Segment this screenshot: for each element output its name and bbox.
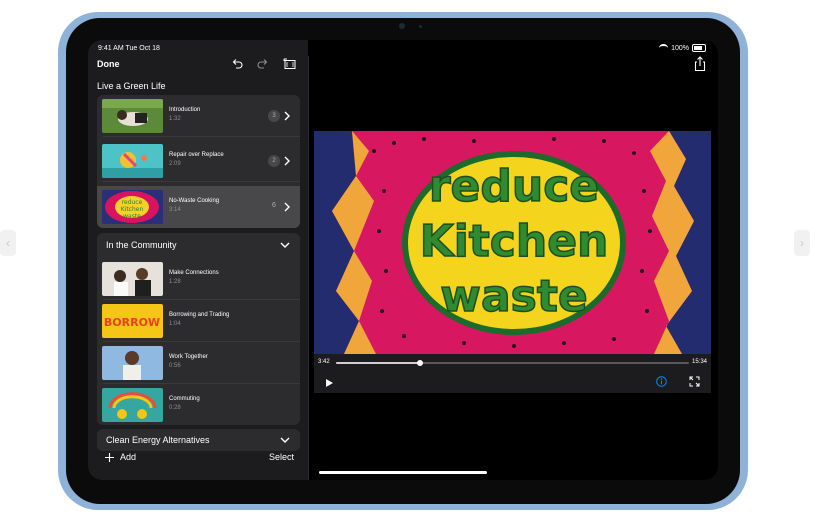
list-item[interactable]: Work Together 0:56 bbox=[97, 342, 300, 384]
clip-thumbnail bbox=[102, 144, 163, 178]
clip-count-badge: 3 bbox=[268, 110, 280, 122]
list-item[interactable]: Repair over Replace 2:09 2 bbox=[97, 140, 300, 182]
video-artwork: reduce Kitchen waste bbox=[314, 131, 711, 354]
clip-duration: 0:28 bbox=[169, 405, 181, 411]
carousel-prev-arrow[interactable]: ‹ bbox=[0, 230, 16, 256]
current-time: 3:42 bbox=[318, 359, 330, 365]
clip-title: Make Connections bbox=[169, 270, 219, 276]
clip-group-intro: Introduction 1:32 3 Repair over Replace … bbox=[97, 95, 300, 228]
scrubber-progress bbox=[336, 362, 420, 364]
clip-thumbnail bbox=[102, 346, 163, 380]
video-frame[interactable]: reduce Kitchen waste bbox=[314, 131, 711, 354]
total-time: 15:34 bbox=[691, 359, 707, 365]
storyboard-button[interactable] bbox=[282, 56, 298, 72]
sensor bbox=[419, 25, 422, 28]
redo-button[interactable] bbox=[255, 56, 271, 72]
list-item[interactable]: Make Connections 1:28 bbox=[97, 258, 300, 300]
fullscreen-button[interactable] bbox=[689, 374, 700, 387]
video-player: reduce Kitchen waste 3:42 15:34 bbox=[314, 131, 711, 393]
play-icon bbox=[326, 379, 333, 387]
info-button[interactable] bbox=[656, 374, 667, 387]
film-icon bbox=[283, 58, 296, 69]
video-title-line-3: waste bbox=[440, 271, 587, 322]
scrubber[interactable] bbox=[336, 360, 689, 366]
clip-duration: 1:28 bbox=[169, 279, 181, 285]
battery-icon bbox=[692, 44, 706, 52]
plus-icon bbox=[105, 452, 114, 462]
undo-icon bbox=[232, 59, 243, 69]
clip-title: Borrowing and Trading bbox=[169, 312, 230, 318]
clip-title: Commuting bbox=[169, 396, 200, 402]
ipad-screen: Done Live a Green Life Introduction 1:32… bbox=[88, 40, 718, 480]
video-title-line-1: reduce bbox=[429, 161, 599, 212]
clip-title: Work Together bbox=[169, 354, 208, 360]
clip-thumbnail bbox=[102, 99, 163, 133]
clip-thumbnail: BORROW bbox=[102, 304, 163, 338]
svg-text:Kitchen: Kitchen bbox=[121, 206, 144, 213]
clip-group-community: In the Community Make Connections 1:28 B… bbox=[97, 233, 300, 425]
status-time: 9:41 AM Tue Oct 18 bbox=[98, 45, 160, 52]
add-label: Add bbox=[120, 452, 137, 462]
clip-thumbnail bbox=[102, 388, 163, 422]
share-icon bbox=[694, 56, 706, 72]
carousel-next-arrow[interactable]: › bbox=[794, 230, 810, 256]
select-button[interactable]: Select bbox=[269, 452, 294, 462]
section-header[interactable]: In the Community bbox=[97, 233, 300, 257]
row-separator bbox=[103, 136, 300, 137]
share-button[interactable] bbox=[693, 56, 709, 72]
svg-text:waste: waste bbox=[123, 213, 141, 220]
list-item[interactable]: Introduction 1:32 3 bbox=[97, 95, 300, 137]
add-button[interactable]: Add bbox=[105, 452, 136, 462]
project-title: Live a Green Life bbox=[97, 81, 166, 91]
section-title: In the Community bbox=[106, 240, 177, 250]
row-separator bbox=[103, 181, 300, 182]
clip-duration: 1:04 bbox=[169, 321, 181, 327]
clip-duration: 0:56 bbox=[169, 363, 181, 369]
wifi-icon bbox=[659, 44, 669, 52]
home-indicator[interactable] bbox=[319, 471, 487, 474]
bottom-toolbar: Add Select bbox=[88, 444, 308, 480]
svg-text:reduce: reduce bbox=[122, 199, 143, 206]
clip-duration: 2:09 bbox=[169, 161, 181, 167]
expand-icon bbox=[689, 376, 700, 387]
project-sidebar: Done Live a Green Life Introduction 1:32… bbox=[88, 40, 308, 480]
redo-icon bbox=[257, 59, 268, 69]
info-icon bbox=[656, 376, 667, 387]
clip-title: Repair over Replace bbox=[169, 152, 224, 158]
chevron-down-icon bbox=[280, 242, 290, 248]
clip-count: 6 bbox=[272, 202, 276, 209]
clip-title: Introduction bbox=[169, 107, 201, 113]
done-button[interactable]: Done bbox=[97, 59, 120, 69]
chevron-right-icon bbox=[284, 111, 290, 121]
list-item-selected[interactable]: reduce Kitchen waste No-Waste Cooking 3:14… bbox=[97, 186, 300, 228]
status-bar: 9:41 AM Tue Oct 18 100% bbox=[88, 40, 718, 56]
list-item[interactable]: Commuting 0:28 bbox=[97, 384, 300, 425]
clip-title: No-Waste Cooking bbox=[169, 198, 220, 204]
pane-divider bbox=[308, 56, 309, 480]
list-item[interactable]: BORROW Borrowing and Trading 1:04 bbox=[97, 300, 300, 342]
thumb-text: BORROW bbox=[104, 316, 160, 329]
video-title-line-2: Kitchen bbox=[420, 216, 609, 267]
clip-count-badge: 2 bbox=[268, 155, 280, 167]
clip-thumbnail bbox=[102, 262, 163, 296]
chevron-right-icon bbox=[284, 202, 290, 212]
undo-button[interactable] bbox=[229, 56, 245, 72]
clip-duration: 1:32 bbox=[169, 116, 181, 122]
front-camera bbox=[399, 23, 405, 29]
chevron-right-icon bbox=[284, 156, 290, 166]
scrubber-handle[interactable] bbox=[416, 360, 423, 366]
play-button[interactable] bbox=[324, 375, 334, 387]
battery-percent: 100% bbox=[671, 44, 689, 52]
clip-thumbnail: reduce Kitchen waste bbox=[102, 190, 163, 224]
status-indicators: 100% bbox=[659, 44, 706, 52]
clip-duration: 3:14 bbox=[169, 207, 181, 213]
